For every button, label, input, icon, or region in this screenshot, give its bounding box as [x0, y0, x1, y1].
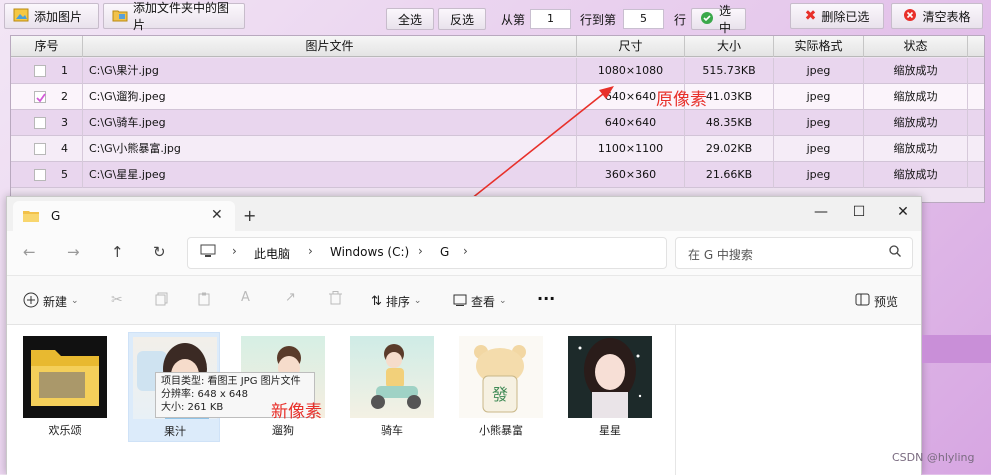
new-tab-icon[interactable]: + — [243, 206, 256, 225]
copy-icon[interactable] — [155, 292, 169, 309]
folder-thumbnail — [23, 336, 107, 418]
pc-monitor-icon — [200, 244, 216, 261]
new-pixels-annotation: 新像素 — [271, 402, 322, 422]
minimize-button[interactable]: — — [801, 197, 841, 227]
back-arrow-icon[interactable]: ← — [23, 243, 36, 261]
address-bar[interactable]: › 此电脑 › Windows (C:) › G › — [187, 237, 667, 269]
file-item-bike[interactable]: 骑车 — [346, 332, 438, 442]
preview-pane-icon — [855, 293, 870, 309]
more-options-icon[interactable]: ··· — [537, 289, 555, 308]
refresh-icon[interactable]: ↻ — [153, 243, 166, 261]
chevron-right-icon: › — [308, 244, 313, 258]
background-panel — [922, 335, 991, 363]
search-box[interactable]: 在 G 中搜索 — [675, 237, 913, 269]
chevron-down-icon: ⌄ — [499, 296, 507, 306]
file-name: 骑车 — [381, 424, 403, 437]
search-icon — [888, 244, 902, 261]
file-item-folder[interactable]: 欢乐颂 — [19, 332, 111, 442]
view-label: 查看 — [471, 294, 496, 309]
paste-icon[interactable] — [197, 292, 211, 309]
preview-pane-button[interactable]: 预览 — [855, 276, 898, 326]
forward-arrow-icon[interactable]: → — [67, 243, 80, 261]
search-placeholder: 在 G 中搜索 — [688, 248, 753, 262]
preview-label: 预览 — [874, 294, 899, 309]
file-name: 星星 — [599, 424, 621, 437]
breadcrumb-folder[interactable]: G — [440, 245, 449, 259]
details-pane — [675, 325, 921, 475]
plus-circle-icon — [23, 292, 39, 311]
new-label: 新建 — [43, 294, 68, 309]
file-name: 欢乐颂 — [48, 424, 82, 437]
star-girl-thumbnail — [568, 336, 652, 418]
file-name: 果汁 — [164, 425, 186, 438]
sort-icon: ⇅ — [371, 293, 382, 309]
file-item-star[interactable]: 星星 — [564, 332, 656, 442]
tooltip-type: 项目类型: 看图王 JPG 图片文件 — [161, 376, 301, 387]
up-arrow-icon[interactable]: ↑ — [111, 243, 124, 261]
bear-thumbnail: 發 — [459, 336, 543, 418]
sort-button[interactable]: ⇅ 排序 ⌄ — [371, 276, 421, 326]
maximize-button[interactable]: ☐ — [839, 197, 879, 227]
chevron-down-icon: ⌄ — [71, 296, 79, 306]
command-bar: 新建 ⌄ ✂ A ↗ ⇅ 排序 ⌄ 查看 ⌄ ··· 预览 — [7, 275, 921, 325]
delete-icon[interactable] — [329, 291, 342, 308]
breadcrumb-this-pc[interactable]: 此电脑 — [254, 245, 290, 262]
close-window-button[interactable]: ✕ — [883, 197, 923, 227]
folder-icon — [23, 209, 39, 226]
bike-thumbnail — [350, 336, 434, 418]
rename-icon[interactable]: A — [241, 290, 250, 305]
breadcrumb-drive[interactable]: Windows (C:) — [330, 245, 409, 259]
watermark: CSDN @hlyling — [892, 451, 975, 464]
cut-icon[interactable]: ✂ — [111, 292, 123, 308]
close-tab-icon[interactable]: ✕ — [211, 207, 223, 223]
file-name: 小熊暴富 — [479, 424, 523, 437]
new-button[interactable]: 新建 ⌄ — [23, 276, 79, 326]
share-icon[interactable]: ↗ — [285, 290, 296, 305]
chevron-right-icon: › — [232, 244, 237, 258]
view-icon — [453, 294, 467, 309]
sort-label: 排序 — [385, 294, 410, 309]
file-item-bear[interactable]: 發 小熊暴富 — [455, 332, 547, 442]
tab-title: G — [51, 209, 61, 223]
svg-text:發: 發 — [492, 385, 508, 404]
view-button[interactable]: 查看 ⌄ — [453, 276, 507, 326]
arrow-head — [599, 86, 614, 99]
chevron-down-icon: ⌄ — [413, 296, 422, 306]
chevron-right-icon: › — [463, 244, 468, 258]
file-name: 遛狗 — [272, 424, 294, 437]
original-pixels-annotation: 原像素 — [656, 90, 707, 110]
file-explorer-window[interactable]: G ✕ + — ☐ ✕ ← → ↑ ↻ › 此电脑 › Windows (C:)… — [6, 196, 923, 475]
chevron-right-icon: › — [418, 244, 423, 258]
explorer-tab[interactable]: G ✕ — [13, 201, 235, 231]
